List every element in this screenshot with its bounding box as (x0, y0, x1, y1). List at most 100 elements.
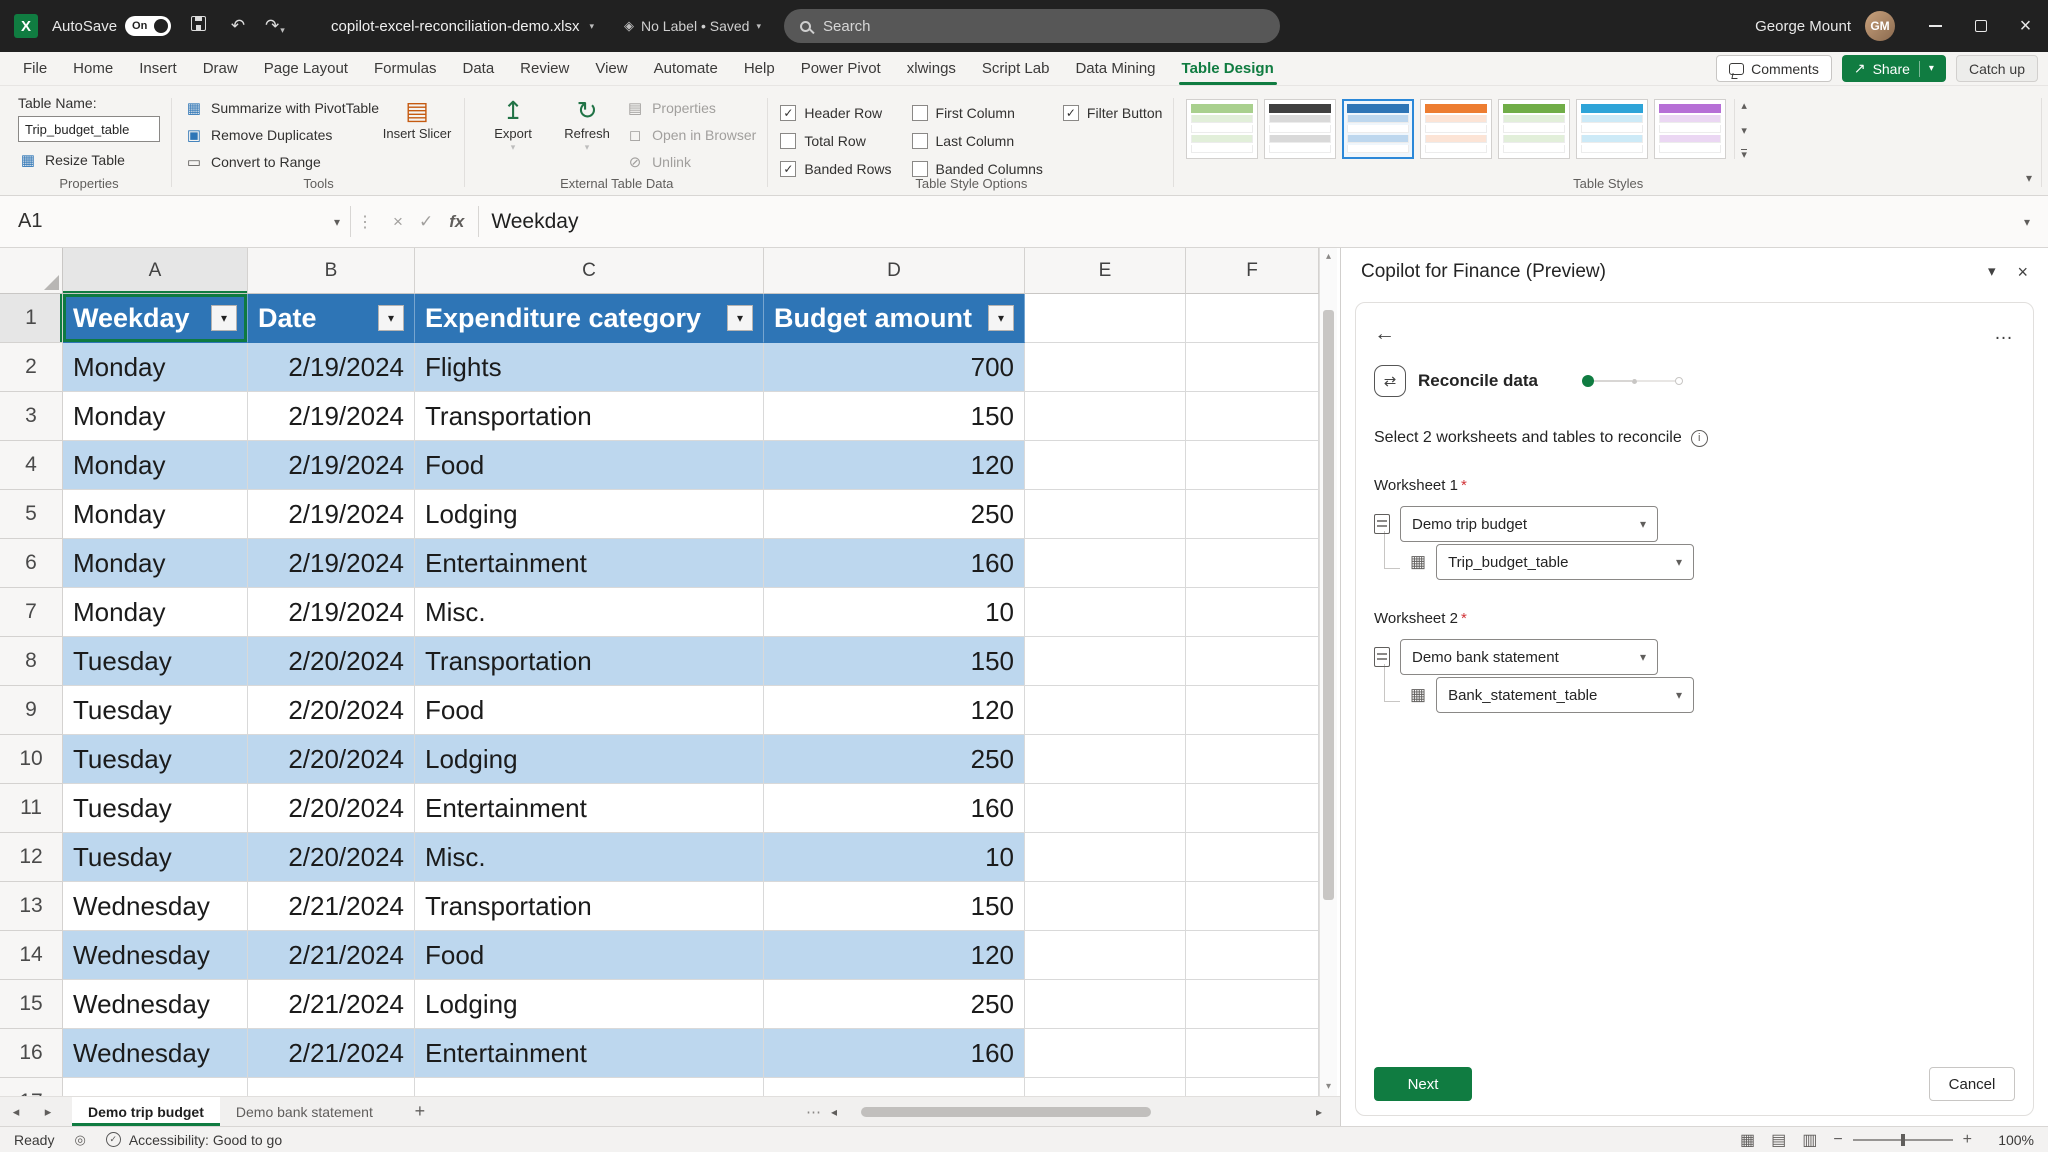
column-header-f[interactable]: F (1186, 248, 1319, 294)
column-header-b[interactable]: B (248, 248, 415, 294)
row-header-14[interactable]: 14 (0, 931, 63, 980)
cell[interactable]: Transportation (415, 392, 764, 441)
checkbox-last-column[interactable]: Last Column (912, 127, 1043, 154)
zoom-in-icon[interactable]: + (1963, 1131, 1972, 1149)
user-name[interactable]: George Mount (1755, 18, 1851, 35)
table-style-purple[interactable] (1654, 99, 1726, 159)
ribbon-tab-review[interactable]: Review (507, 52, 582, 85)
cell[interactable]: 2/19/2024 (248, 588, 415, 637)
scr ollbar-thumb[interactable] (861, 1107, 1151, 1117)
cell[interactable]: 2/20/2024 (248, 637, 415, 686)
empty-cell[interactable] (1025, 1078, 1186, 1096)
worksheet1-select[interactable]: Demo trip budget ▾ (1400, 506, 1658, 542)
row-header-17[interactable]: 17 (0, 1078, 63, 1096)
horizontal-scrollbar[interactable]: ⋯ ◂ ▸ (806, 1097, 1322, 1127)
cell[interactable]: Monday (63, 588, 248, 637)
header-cell-budget-amount[interactable]: Budget amount▾ (764, 294, 1025, 343)
collapse-ribbon-icon[interactable]: ▾ (2026, 171, 2032, 185)
row-header-12[interactable]: 12 (0, 833, 63, 882)
scroll-down-icon[interactable]: ▾ (1320, 1078, 1337, 1096)
cell[interactable]: Entertainment (415, 1029, 764, 1078)
button-remove-duplicates[interactable]: ▣Remove Duplicates (184, 121, 379, 148)
cell[interactable]: Wednesday (63, 1029, 248, 1078)
empty-cell[interactable] (1186, 784, 1319, 833)
row-header-8[interactable]: 8 (0, 637, 63, 686)
cell[interactable]: 120 (764, 441, 1025, 490)
zoom-knob[interactable] (1901, 1134, 1905, 1146)
row-header-2[interactable]: 2 (0, 343, 63, 392)
ribbon-tab-xlwings[interactable]: xlwings (894, 52, 969, 85)
row-header-6[interactable]: 6 (0, 539, 63, 588)
cell[interactable]: Food (415, 686, 764, 735)
scroll-right-icon[interactable]: ▸ (1316, 1105, 1322, 1119)
button-convert-to-range[interactable]: ▭Convert to Range (184, 148, 379, 175)
cell[interactable]: Entertainment (415, 784, 764, 833)
row-header-4[interactable]: 4 (0, 441, 63, 490)
checkbox-filter-button[interactable]: ✓Filter Button (1063, 99, 1162, 126)
cell[interactable]: Tuesday (63, 833, 248, 882)
document-title[interactable]: copilot-excel-reconciliation-demo.xlsx ▾ (331, 18, 594, 35)
row-header-10[interactable]: 10 (0, 735, 63, 784)
empty-cell[interactable] (1186, 980, 1319, 1029)
normal-view-icon[interactable]: ▦ (1740, 1130, 1755, 1150)
table-style-dark-gray[interactable] (1264, 99, 1336, 159)
gallery-up-icon[interactable]: ▴ (1741, 99, 1747, 112)
back-arrow-icon[interactable]: ← (1374, 322, 1395, 346)
insert-function-button[interactable]: fx (449, 212, 464, 232)
empty-cell[interactable] (1186, 686, 1319, 735)
ribbon-tab-home[interactable]: Home (60, 52, 126, 85)
cell[interactable]: Monday (63, 490, 248, 539)
cell[interactable]: 2/19/2024 (248, 539, 415, 588)
cell[interactable]: 2/19/2024 (248, 343, 415, 392)
share-button[interactable]: ↗ Share ▾ (1842, 55, 1946, 82)
cell[interactable]: Transportation (415, 637, 764, 686)
cell[interactable]: 2/20/2024 (248, 686, 415, 735)
sheet-tab-demo-trip-budget[interactable]: Demo trip budget (72, 1097, 220, 1126)
cell[interactable]: Transportation (415, 882, 764, 931)
filter-button-expenditure-category[interactable]: ▾ (727, 305, 753, 331)
accessibility-status[interactable]: ✓ Accessibility: Good to go (106, 1132, 282, 1148)
add-sheet-button[interactable]: + (407, 1101, 433, 1122)
vertical-scrollbar[interactable]: ▴ ▾ (1319, 248, 1337, 1096)
cell[interactable]: 150 (764, 392, 1025, 441)
ribbon-tab-help[interactable]: Help (731, 52, 788, 85)
ribbon-tab-insert[interactable]: Insert (126, 52, 190, 85)
gallery-down-icon[interactable]: ▾ (1741, 124, 1747, 137)
cell[interactable]: Monday (63, 539, 248, 588)
scrollbar-thumb[interactable] (1323, 310, 1334, 900)
empty-cell[interactable] (1186, 882, 1319, 931)
checkbox-total-row[interactable]: Total Row (780, 127, 891, 154)
cell[interactable]: 2/19/2024 (248, 441, 415, 490)
confirm-entry-icon[interactable]: ✓ (419, 212, 433, 232)
empty-cell[interactable] (415, 1078, 764, 1096)
cell[interactable]: 120 (764, 931, 1025, 980)
empty-cell[interactable] (1025, 490, 1186, 539)
cell[interactable]: Tuesday (63, 735, 248, 784)
empty-cell[interactable] (1025, 833, 1186, 882)
empty-cell[interactable] (1186, 735, 1319, 784)
scrollbar-track[interactable] (847, 1107, 1306, 1117)
cell[interactable]: Tuesday (63, 686, 248, 735)
export-button[interactable]: ↥ Export ▾ (477, 92, 549, 152)
refresh-button[interactable]: ↻ Refresh ▾ (551, 92, 623, 152)
cell[interactable]: 700 (764, 343, 1025, 392)
ribbon-tab-automate[interactable]: Automate (641, 52, 731, 85)
worksheet2-select[interactable]: Demo bank statement ▾ (1400, 639, 1658, 675)
cell[interactable]: Entertainment (415, 539, 764, 588)
scroll-up-icon[interactable]: ▴ (1320, 248, 1337, 266)
empty-cell[interactable] (1186, 1078, 1319, 1096)
cell[interactable]: 2/21/2024 (248, 1029, 415, 1078)
cell[interactable]: 2/20/2024 (248, 735, 415, 784)
cell[interactable]: Wednesday (63, 931, 248, 980)
empty-cell[interactable] (63, 1078, 248, 1096)
table-style-orange[interactable] (1420, 99, 1492, 159)
empty-cell[interactable] (1025, 294, 1186, 343)
column-header-a[interactable]: A (63, 248, 248, 294)
cell[interactable]: Misc. (415, 588, 764, 637)
filter-button-weekday[interactable]: ▾ (211, 305, 237, 331)
cell[interactable]: Misc. (415, 833, 764, 882)
autosave-toggle[interactable]: On (125, 16, 171, 36)
ribbon-tab-file[interactable]: File (10, 52, 60, 85)
select-all-button[interactable] (0, 248, 63, 294)
empty-cell[interactable] (1186, 931, 1319, 980)
